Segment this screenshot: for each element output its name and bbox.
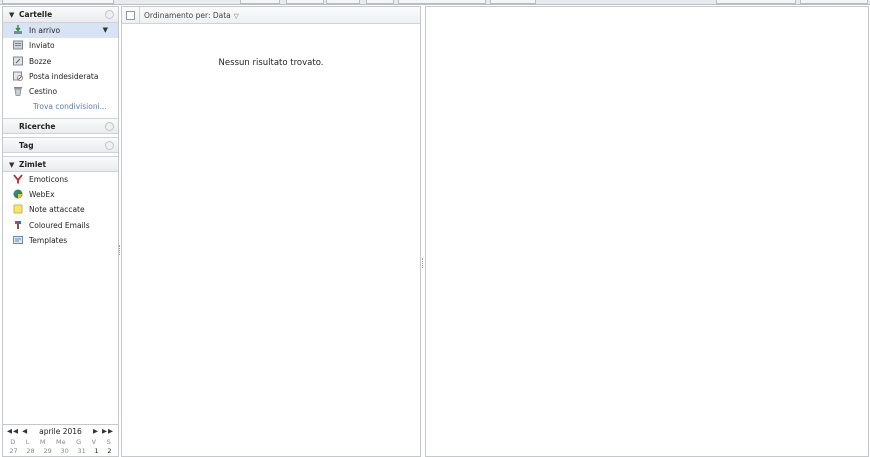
toolbar-button[interactable] <box>366 0 394 4</box>
zimlet-item-label: Coloured Emails <box>29 220 90 230</box>
calendar-day[interactable]: 28 <box>26 447 34 456</box>
trash-icon <box>13 86 23 97</box>
toolbar-button[interactable] <box>286 0 324 4</box>
tags-header-label: Tag <box>19 140 34 150</box>
calendar-day[interactable]: 1 <box>95 447 99 456</box>
calendar-week-row: 27 28 29 30 31 1 2 <box>3 447 118 456</box>
message-list-header: Ordinamento per: Data ▽ <box>122 7 420 24</box>
mini-calendar: ◀◀ ◀ aprile 2016 ▶ ▶▶ D L M Me G V S 27 … <box>3 424 118 456</box>
sticky-note-icon <box>13 204 23 214</box>
zimlet-item-webex[interactable]: WebEx <box>3 187 118 202</box>
zimlets-header-label: Zimlet <box>19 159 47 169</box>
searches-header[interactable]: Ricerche <box>3 117 118 134</box>
calendar-weekday: D <box>10 438 16 446</box>
zimlet-item-label: WebEx <box>29 190 55 200</box>
calendar-day[interactable]: 30 <box>60 447 68 456</box>
zimlet-item-label: Note attaccate <box>29 205 85 215</box>
select-all-checkbox[interactable] <box>126 11 135 20</box>
yahoo-y-icon <box>13 174 23 184</box>
calendar-day[interactable]: 31 <box>78 447 86 456</box>
sidebar-item-label: Posta indesiderata <box>29 71 99 81</box>
calendar-weekday: G <box>76 438 82 446</box>
calendar-weekday: M <box>39 438 46 446</box>
sidebar-item-trash[interactable]: Cestino <box>3 84 118 99</box>
list-resize-handle[interactable] <box>422 258 424 268</box>
sort-label: Ordinamento per: Data <box>144 11 231 20</box>
message-list: Ordinamento per: Data ▽ Nessun risultato … <box>121 6 421 457</box>
inbox-icon <box>13 25 23 35</box>
toolbar-button[interactable] <box>2 0 114 4</box>
sidebar-item-label: Inviato <box>29 41 55 51</box>
gear-icon[interactable] <box>105 10 114 19</box>
empty-results-message: Nessun risultato trovato. <box>218 58 324 68</box>
calendar-weekday: V <box>91 438 97 446</box>
sort-direction-icon: ▽ <box>233 12 239 20</box>
calendar-day[interactable]: 2 <box>107 447 111 456</box>
toolbar-button[interactable] <box>240 0 280 4</box>
drafts-icon <box>13 56 23 66</box>
sidebar-item-junk[interactable]: Posta indesiderata <box>3 69 118 84</box>
sidebar-item-drafts[interactable]: Bozze <box>3 54 118 69</box>
junk-icon <box>13 71 23 81</box>
zimlet-item-templates[interactable]: Templates <box>3 233 118 248</box>
folders-header[interactable]: ▼ Cartelle <box>3 7 118 23</box>
top-toolbar <box>0 0 870 5</box>
sent-icon <box>13 40 23 50</box>
sidebar-item-label: Bozze <box>29 56 52 66</box>
zimlet-item-label: Emoticons <box>29 174 69 184</box>
calendar-day[interactable]: 29 <box>43 447 51 456</box>
toolbar-button[interactable] <box>800 0 868 4</box>
collapse-triangle-icon[interactable]: ▼ <box>9 7 19 23</box>
toolbar-button[interactable] <box>398 0 486 4</box>
folders-header-label: Cartelle <box>19 10 53 19</box>
zimlet-item-sticky-notes[interactable]: Note attaccate <box>3 202 118 217</box>
collapse-triangle-icon[interactable]: ▼ <box>9 157 19 173</box>
calendar-nav: ◀◀ ◀ aprile 2016 ▶ ▶▶ <box>3 425 118 438</box>
zimlet-item-label: Templates <box>29 235 68 245</box>
sidebar-item-sent[interactable]: Inviato <box>3 38 118 53</box>
sort-by-button[interactable]: Ordinamento per: Data ▽ <box>144 7 239 25</box>
chevron-down-icon[interactable]: ▼ <box>103 23 108 38</box>
toolbar-button[interactable] <box>326 0 360 4</box>
reading-pane <box>425 6 869 457</box>
calendar-weekday-row: D L M Me G V S <box>3 438 118 447</box>
calendar-weekday: S <box>106 438 111 446</box>
sidebar: ▼ Cartelle In arrivo ▼ Inviato Bozze Post… <box>2 6 119 457</box>
sidebar-item-inbox[interactable]: In arrivo ▼ <box>3 23 118 39</box>
calendar-weekday: L <box>25 438 30 446</box>
gear-icon[interactable] <box>105 140 114 150</box>
zimlet-item-emoticons[interactable]: Emoticons <box>3 172 118 187</box>
paint-icon <box>13 220 23 230</box>
zimlet-item-coloured-emails[interactable]: Coloured Emails <box>3 218 118 233</box>
toolbar-button[interactable] <box>716 0 796 4</box>
sidebar-item-label: Cestino <box>29 87 58 97</box>
calendar-day[interactable]: 27 <box>9 447 17 456</box>
searches-header-label: Ricerche <box>19 121 56 131</box>
find-shares-link[interactable]: Trova condivisioni... <box>3 99 118 114</box>
toolbar-button[interactable] <box>490 0 536 4</box>
calendar-next-icon[interactable]: ▶ ▶▶ <box>93 425 114 438</box>
globe-icon <box>13 189 23 199</box>
gear-icon[interactable] <box>105 121 114 131</box>
calendar-weekday: Me <box>56 438 66 446</box>
sidebar-item-label: In arrivo <box>29 26 61 35</box>
tags-header[interactable]: Tag <box>3 136 118 153</box>
template-icon <box>13 235 23 245</box>
zimlets-header[interactable]: ▼ Zimlet <box>3 155 118 173</box>
